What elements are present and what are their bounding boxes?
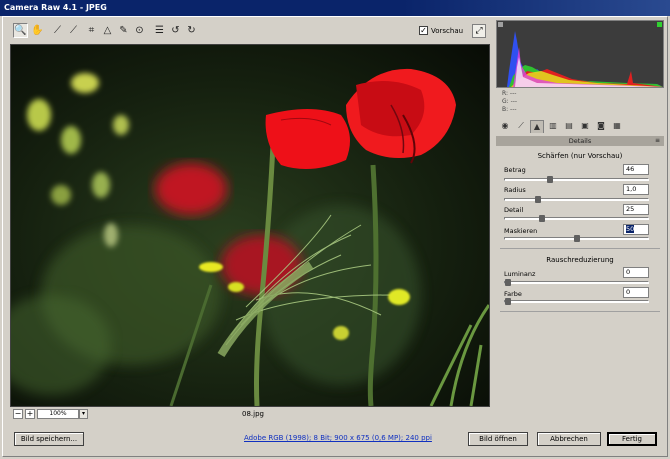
image-filename: 08.jpg: [242, 410, 264, 418]
radius-slider[interactable]: [504, 196, 649, 203]
open-image-button[interactable]: Bild öffnen: [468, 432, 528, 446]
color-noise-slider[interactable]: [504, 298, 649, 305]
panel-header: Details ≡: [496, 136, 664, 146]
color-noise-label: Farbe: [504, 290, 522, 298]
zoom-in-icon[interactable]: +: [25, 409, 35, 419]
masking-label: Maskieren: [504, 227, 538, 235]
zoom-out-icon[interactable]: −: [13, 409, 23, 419]
color-noise-slider-thumb[interactable]: [505, 298, 511, 305]
histogram-graph: [497, 21, 663, 87]
hand-tool-icon[interactable]: ✋: [30, 23, 45, 38]
save-image-button[interactable]: Bild speichern...: [14, 432, 84, 446]
workflow-options-link[interactable]: Adobe RGB (1998); 8 Bit; 900 x 675 (0,6 …: [244, 434, 432, 442]
tab-basic-icon[interactable]: ◉: [498, 120, 512, 133]
sharpening-title: Schärfen (nur Vorschau): [537, 152, 623, 160]
detail-slider[interactable]: [504, 215, 649, 222]
window-title: Camera Raw 4.1 - JPEG: [0, 0, 670, 16]
panel-menu-icon[interactable]: ≡: [655, 136, 660, 146]
rotate-right-icon[interactable]: ↻: [184, 23, 199, 38]
done-button[interactable]: Fertig: [607, 432, 657, 446]
luminance-slider-thumb[interactable]: [505, 279, 511, 286]
tab-split-toning-icon[interactable]: ▤: [562, 120, 576, 133]
luminance-field[interactable]: 0: [623, 267, 649, 278]
blue-readout: B: ---: [502, 106, 517, 113]
detail-label: Detail: [504, 206, 524, 214]
zoom-dropdown-icon[interactable]: ▾: [79, 409, 88, 419]
masking-slider[interactable]: [504, 235, 649, 242]
preview-toggle[interactable]: ✓ Vorschau: [419, 26, 463, 35]
red-eye-tool-icon[interactable]: ⊙: [132, 23, 147, 38]
tab-camera-calibration-icon[interactable]: ◙: [594, 120, 608, 133]
masking-value: 50: [626, 225, 635, 233]
tab-tone-curve-icon[interactable]: ⟋: [514, 120, 528, 133]
noise-reduction-title: Rauschreduzierung: [546, 256, 614, 264]
detail-field[interactable]: 25: [623, 204, 649, 215]
amount-slider[interactable]: [504, 176, 649, 183]
color-noise-field[interactable]: 0: [623, 287, 649, 298]
histogram: [496, 20, 664, 88]
section-divider: [500, 311, 660, 312]
straighten-tool-icon[interactable]: △: [100, 23, 115, 38]
tab-hsl-icon[interactable]: ▥: [546, 120, 560, 133]
radius-label: Radius: [504, 186, 526, 194]
tab-lens-icon[interactable]: ▣: [578, 120, 592, 133]
fullscreen-toggle-icon[interactable]: ⤢: [472, 24, 486, 38]
retouch-tool-icon[interactable]: ✎: [116, 23, 131, 38]
luminance-label: Luminanz: [504, 270, 536, 278]
crop-tool-icon[interactable]: ⌗: [84, 23, 99, 38]
panel-tabs: ◉ ⟋ ▲ ▥ ▤ ▣ ◙ ▦: [496, 120, 664, 134]
section-divider: [500, 248, 660, 249]
preview-label: Vorschau: [431, 26, 464, 35]
amount-label: Betrag: [504, 166, 526, 174]
tab-presets-icon[interactable]: ▦: [610, 120, 624, 133]
zoom-level-field[interactable]: 100%: [37, 409, 79, 419]
red-readout: R: ---: [502, 90, 517, 97]
color-sampler-tool-icon[interactable]: ⟋: [66, 23, 81, 38]
cancel-button[interactable]: Abbrechen: [537, 432, 601, 446]
amount-field[interactable]: 46: [623, 164, 649, 175]
masking-slider-thumb[interactable]: [574, 235, 580, 242]
rgb-readout: R: --- G: --- B: ---: [502, 90, 517, 114]
detail-slider-thumb[interactable]: [539, 215, 545, 222]
green-readout: G: ---: [502, 98, 518, 105]
image-preview[interactable]: [10, 44, 490, 407]
luminance-slider[interactable]: [504, 279, 649, 286]
preview-checkbox[interactable]: ✓: [419, 26, 428, 35]
white-balance-tool-icon[interactable]: ⟋: [50, 23, 65, 38]
zoom-bar: − + 100% ▾ 08.jpg: [10, 408, 490, 420]
amount-slider-thumb[interactable]: [547, 176, 553, 183]
toolbar: 🔍 ✋ ⟋ ⟋ ⌗ △ ✎ ⊙ ☰ ↺ ↻: [10, 21, 490, 41]
zoom-tool-icon[interactable]: 🔍: [13, 23, 28, 38]
preferences-icon[interactable]: ☰: [152, 23, 167, 38]
tab-detail-icon[interactable]: ▲: [530, 120, 544, 133]
masking-field[interactable]: 50: [623, 224, 649, 235]
panel-title: Details: [568, 137, 592, 145]
poppy-photo: [11, 45, 489, 406]
radius-field[interactable]: 1,0: [623, 184, 649, 195]
radius-slider-thumb[interactable]: [535, 196, 541, 203]
rotate-left-icon[interactable]: ↺: [168, 23, 183, 38]
